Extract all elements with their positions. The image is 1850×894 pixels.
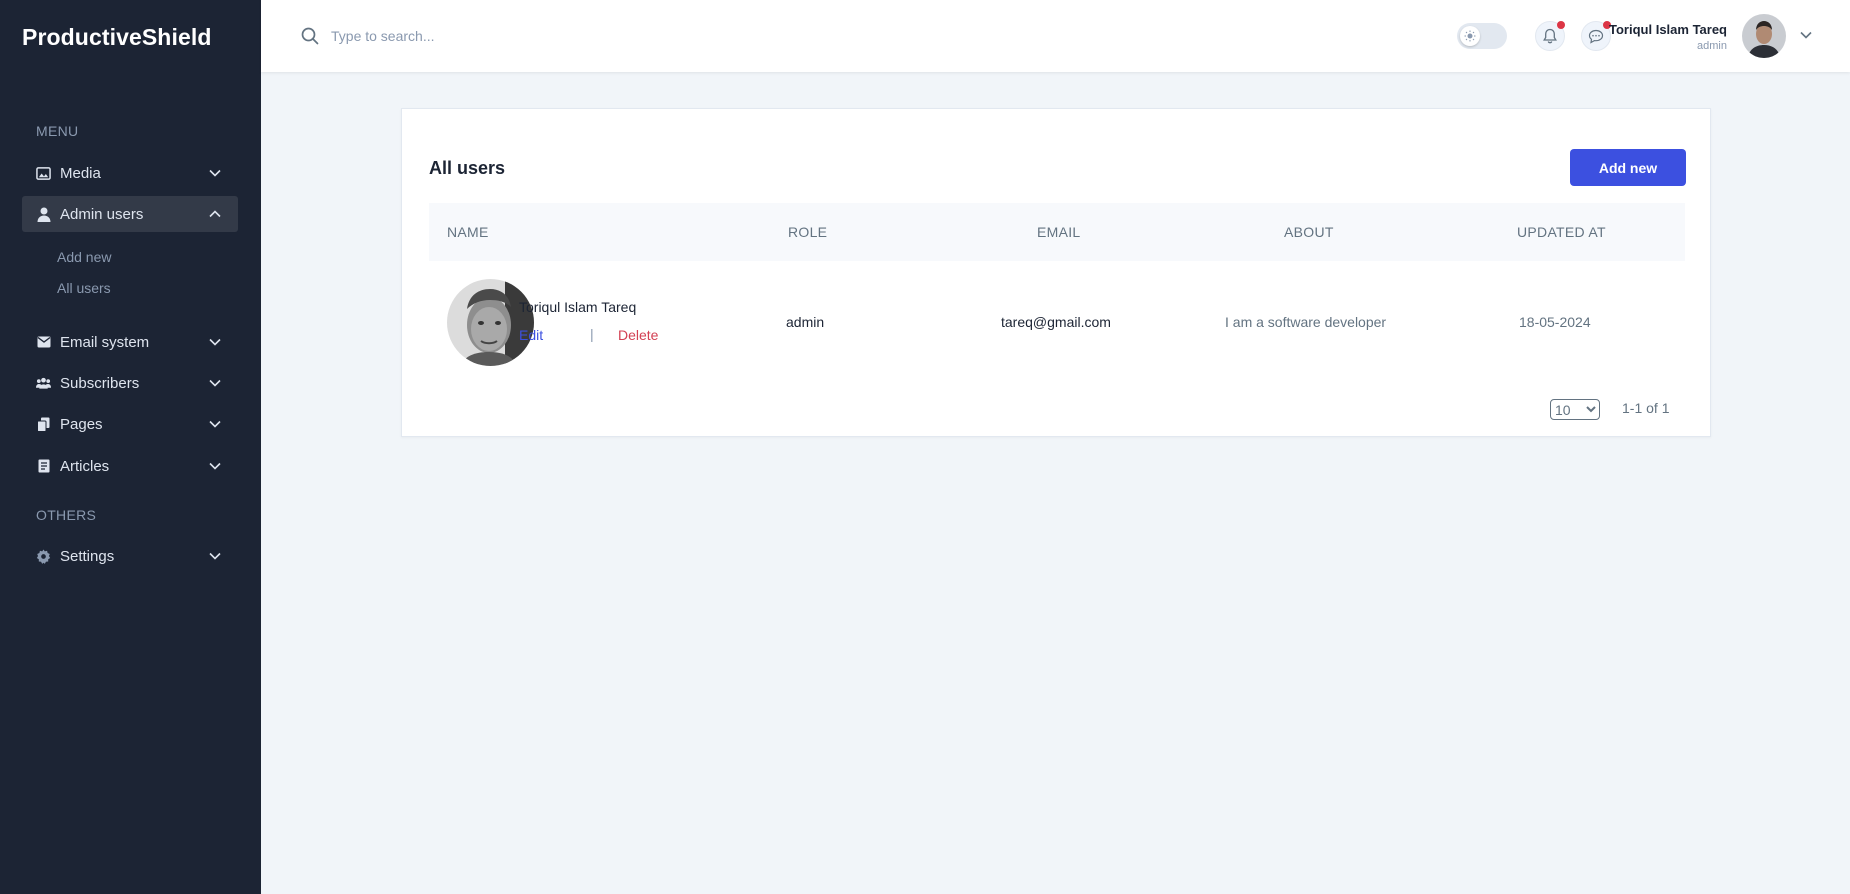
chevron-down-icon: [208, 417, 222, 431]
sidebar-item-label: Pages: [60, 415, 103, 433]
pages-icon: [36, 417, 51, 432]
page-size-select[interactable]: 10: [1550, 399, 1600, 420]
notification-button[interactable]: [1535, 21, 1565, 51]
others-heading: OTHERS: [36, 507, 97, 523]
sidebar-item-label: Settings: [60, 547, 115, 565]
article-icon: [36, 459, 51, 474]
sun-icon: [1460, 26, 1480, 46]
sidebar-item-media[interactable]: Media: [22, 155, 238, 191]
sidebar-item-label: Email system: [60, 333, 150, 351]
chevron-up-icon: [208, 207, 222, 221]
sidebar-item-subscribers[interactable]: Subscribers: [22, 365, 238, 401]
top-header: Toriqul Islam Tareq admin: [261, 0, 1850, 72]
sidebar-item-label: Admin users: [60, 205, 144, 223]
sidebar-item-articles[interactable]: Articles: [22, 448, 238, 484]
email-cell: tareq@gmail.com: [1001, 314, 1111, 330]
column-header-updated-at: UPDATED AT: [1517, 224, 1606, 240]
users-icon: [36, 376, 51, 391]
bell-icon: [1543, 28, 1557, 44]
user-name[interactable]: Toriqul Islam Tareq: [1609, 22, 1727, 37]
sidebar-item-label: Subscribers: [60, 374, 140, 392]
delete-link[interactable]: Delete: [618, 327, 658, 343]
sidebar-item-settings[interactable]: Settings: [22, 538, 238, 574]
about-cell: I am a software developer: [1225, 314, 1387, 330]
chevron-down-icon: [208, 376, 222, 390]
user-role: admin: [1697, 40, 1727, 52]
action-separator: |: [590, 326, 594, 342]
users-card: All users Add new NAME ROLE EMAIL ABOUT …: [401, 108, 1711, 437]
page-title: All users: [429, 158, 506, 178]
messages-button[interactable]: [1581, 21, 1611, 51]
sidebar: ProductiveShield MENU Media Admin users …: [0, 0, 261, 894]
user-icon: [36, 207, 51, 222]
submenu-add-new[interactable]: Add new: [57, 249, 111, 265]
notification-dot: [1557, 21, 1565, 29]
column-header-about: ABOUT: [1284, 224, 1334, 240]
sidebar-item-admin-users[interactable]: Admin users: [22, 196, 238, 232]
chevron-down-icon: [208, 549, 222, 563]
sidebar-item-email-system[interactable]: Email system: [22, 324, 238, 360]
chevron-down-icon: [208, 459, 222, 473]
pagination-info: 1-1 of 1: [1622, 400, 1670, 416]
table-header: NAME ROLE EMAIL ABOUT UPDATED AT: [429, 203, 1685, 261]
sidebar-item-label: Media: [60, 164, 101, 182]
edit-link[interactable]: Edit: [519, 327, 543, 343]
column-header-role: ROLE: [788, 224, 828, 240]
dark-mode-toggle[interactable]: [1457, 23, 1507, 49]
menu-heading: MENU: [36, 123, 79, 139]
search-input[interactable]: [331, 24, 731, 48]
role-cell: admin: [786, 314, 825, 330]
gear-icon: [36, 548, 51, 564]
brand-logo[interactable]: ProductiveShield: [22, 24, 211, 51]
updated-at-cell: 18-05-2024: [1519, 314, 1591, 330]
sidebar-item-pages[interactable]: Pages: [22, 406, 238, 442]
add-new-button[interactable]: Add new: [1570, 149, 1686, 186]
avatar[interactable]: [1742, 14, 1786, 58]
submenu-all-users[interactable]: All users: [57, 280, 111, 296]
mail-icon: [36, 335, 51, 350]
column-header-email: EMAIL: [1037, 224, 1081, 240]
chat-icon: [1588, 29, 1604, 44]
user-avatar: [447, 279, 534, 366]
chevron-down-icon: [208, 335, 222, 349]
sidebar-item-label: Articles: [60, 457, 110, 475]
search-icon[interactable]: [301, 27, 319, 45]
chevron-down-icon[interactable]: [1799, 28, 1813, 42]
media-icon: [36, 166, 51, 181]
column-header-name: NAME: [447, 224, 489, 240]
user-name-cell: Toriqul Islam Tareq: [519, 299, 637, 315]
chevron-down-icon: [208, 166, 222, 180]
